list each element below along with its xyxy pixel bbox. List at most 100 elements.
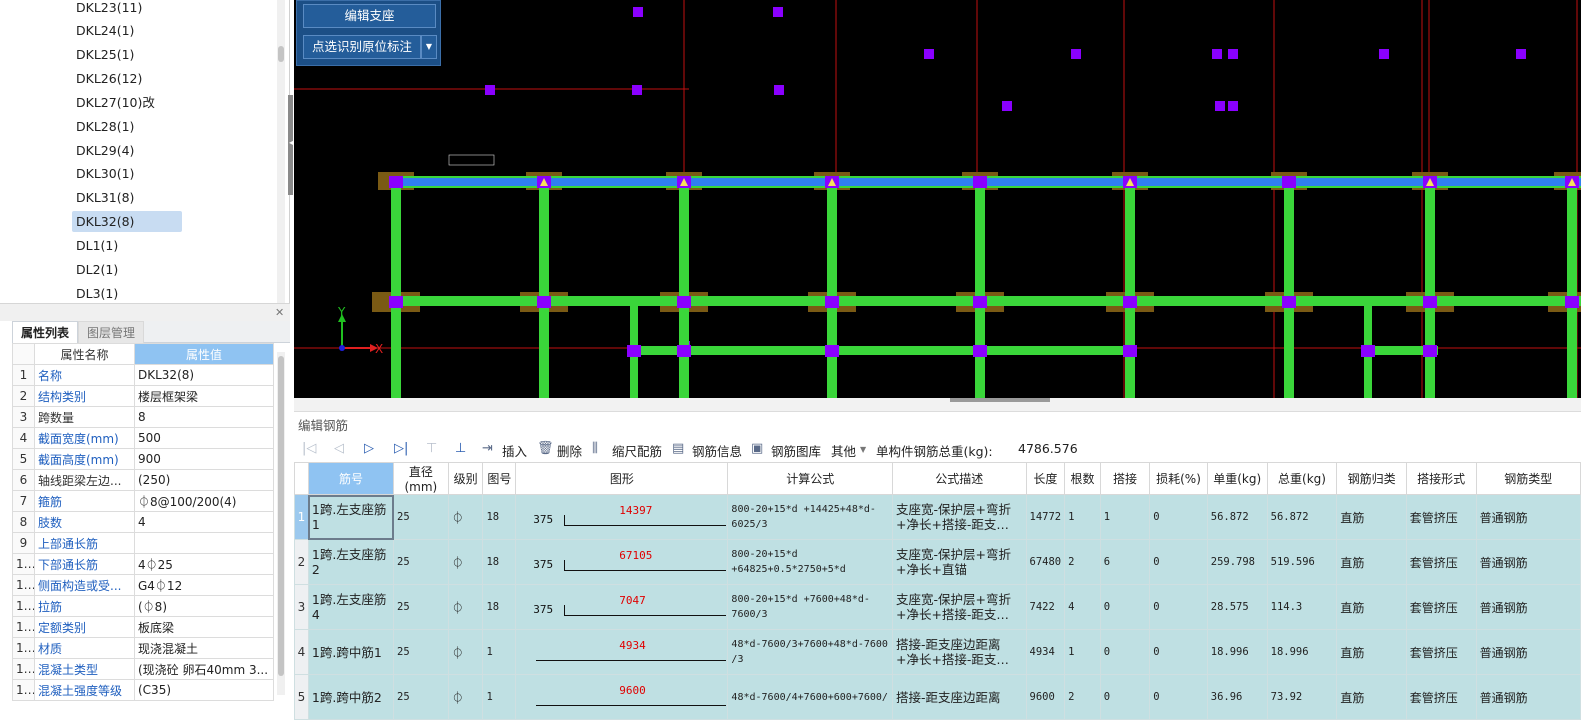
row-number[interactable]: 4 xyxy=(294,629,309,675)
tree-item[interactable]: DKL26(12) xyxy=(72,68,146,89)
column-header[interactable]: 长度 xyxy=(1025,462,1066,495)
rebar-cell-lap[interactable]: 0 xyxy=(1099,584,1151,630)
rebar-cell-formula[interactable]: 48*d-7600/4+7600+600+7600/ xyxy=(727,674,893,720)
rebar-cell-lap[interactable]: 1 xyxy=(1099,494,1151,540)
property-value[interactable]: ⏀8@100/200(4) xyxy=(134,490,274,512)
property-row[interactable]: 2 结构类别 楼层框架梁 xyxy=(12,385,274,407)
rebar-row[interactable]: 2 1跨.左支座筋2 25 ⏀ 18 375 67105 800-20+15*d +64825… xyxy=(294,539,1581,585)
row-number[interactable]: 2 xyxy=(294,539,309,585)
tab-layer-management[interactable]: 图层管理 xyxy=(78,321,145,343)
property-value[interactable]: DKL32(8) xyxy=(134,364,274,386)
rebar-cell-formula[interactable]: 800-20+15*d +64825+0.5*2750+5*d xyxy=(727,539,893,585)
column-header[interactable]: 钢筋归类 xyxy=(1336,462,1407,495)
property-row[interactable]: 3 跨数量 8 xyxy=(12,406,274,428)
rebar-cell-unit-w[interactable]: 259.798 xyxy=(1206,539,1268,585)
rebar-cell-loss[interactable]: 0 xyxy=(1149,494,1208,540)
property-row[interactable]: 16 混凝土强度等级 (C35) xyxy=(12,679,274,701)
rebar-cell-name[interactable]: 1跨.左支座筋1 xyxy=(307,494,395,540)
rebar-cell-type[interactable]: 普通钢筋 xyxy=(1475,629,1581,675)
property-row[interactable]: 1 名称 DKL32(8) xyxy=(12,364,274,386)
cad-viewport[interactable]: XY xyxy=(294,0,1581,398)
rebar-cell-count[interactable]: 1 xyxy=(1064,629,1101,675)
rebar-cell-name[interactable]: 1跨.跨中筋1 xyxy=(307,629,395,675)
property-row[interactable]: 12 拉筋 (⏀8) xyxy=(12,595,274,617)
rebar-cell-type[interactable]: 普通钢筋 xyxy=(1475,674,1581,720)
rebar-cell-count[interactable]: 4 xyxy=(1064,584,1101,630)
next-icon[interactable]: ▷ xyxy=(364,441,374,456)
row-number[interactable]: 1 xyxy=(294,494,309,540)
column-header[interactable]: 钢筋类型 xyxy=(1475,462,1581,495)
other-menu[interactable]: 其他 xyxy=(831,441,856,460)
property-row[interactable]: 4 截面宽度(mm) 500 xyxy=(12,427,274,449)
rebar-cell-lap-form[interactable]: 套管挤压 xyxy=(1405,584,1477,630)
tree-item[interactable]: DKL29(4) xyxy=(72,140,138,161)
column-header[interactable]: 损耗(%) xyxy=(1149,462,1208,495)
rebar-cell-lap-form[interactable]: 套管挤压 xyxy=(1405,494,1477,540)
tree-item[interactable]: DL3(1) xyxy=(72,283,122,303)
edit-support-button[interactable]: 编辑支座 xyxy=(303,4,436,28)
rebar-cell-cls[interactable]: 直筋 xyxy=(1336,494,1407,540)
column-header[interactable]: 计算公式 xyxy=(727,462,893,495)
last-page-icon[interactable]: ▷| xyxy=(394,441,408,456)
rebar-cell-grade[interactable]: ⏀ xyxy=(447,584,484,630)
rebar-cell-loss[interactable]: 0 xyxy=(1149,584,1208,630)
tab-property-list[interactable]: 属性列表 xyxy=(12,321,79,343)
rebar-shape-cell[interactable]: 9600 xyxy=(515,674,729,720)
rebar-cell-name[interactable]: 1跨.左支座筋4 xyxy=(307,584,395,630)
rebar-cell-fig[interactable]: 18 xyxy=(482,539,517,585)
rebar-cell-lap[interactable]: 0 xyxy=(1099,674,1151,720)
column-header[interactable]: 图形 xyxy=(515,462,729,495)
rebar-cell-formula[interactable]: 800-20+15*d +14425+48*d-6025/3 xyxy=(727,494,893,540)
rebar-cell-name[interactable]: 1跨.左支座筋2 xyxy=(307,539,395,585)
close-icon[interactable]: ✕ xyxy=(275,306,284,319)
splitter-handle[interactable] xyxy=(950,398,1050,402)
rebar-cell-dia[interactable]: 25 xyxy=(393,539,449,585)
property-value[interactable]: 4⏀25 xyxy=(134,553,274,575)
tree-item-selected[interactable]: DKL32(8) xyxy=(72,211,182,232)
property-row[interactable]: 5 截面高度(mm) 900 xyxy=(12,448,274,470)
rebar-cell-total-w[interactable]: 56.872 xyxy=(1266,494,1338,540)
pick-original-label-button[interactable]: 点选识别原位标注 xyxy=(303,35,421,59)
rebar-cell-length[interactable]: 67480 xyxy=(1025,539,1066,585)
property-value[interactable]: 楼层框架梁 xyxy=(134,385,274,407)
rebar-cell-desc[interactable]: 搭接-距支座边距离+净长+搭接-距支… xyxy=(891,629,1027,675)
property-value[interactable]: (C35) xyxy=(134,679,274,701)
move-down-icon[interactable]: ⊥ xyxy=(455,441,466,456)
rebar-cell-unit-w[interactable]: 56.872 xyxy=(1206,494,1268,540)
rebar-library-button[interactable]: 钢筋图库 xyxy=(771,441,821,460)
property-row[interactable]: 11 侧面构造或受... G4⏀12 xyxy=(12,574,274,596)
rebar-cell-cls[interactable]: 直筋 xyxy=(1336,674,1407,720)
scale-rebar-button[interactable]: 缩尺配筋 xyxy=(612,441,662,460)
property-scrollbar-thumb[interactable] xyxy=(278,356,284,676)
column-header[interactable]: 搭接 xyxy=(1099,462,1151,495)
rebar-cell-dia[interactable]: 25 xyxy=(393,674,449,720)
tree-item[interactable]: DKL23(11) xyxy=(72,0,146,18)
rebar-cell-desc[interactable]: 搭接-距支座边距离 xyxy=(891,674,1027,720)
rebar-cell-lap-form[interactable]: 套管挤压 xyxy=(1405,539,1477,585)
rebar-cell-length[interactable]: 9600 xyxy=(1025,674,1066,720)
previous-icon[interactable]: ◁ xyxy=(334,441,344,456)
property-row[interactable]: 15 混凝土类型 (现浇砼 卵石40mm 3... xyxy=(12,658,274,680)
rebar-cell-unit-w[interactable]: 36.96 xyxy=(1206,674,1268,720)
rebar-cell-lap[interactable]: 0 xyxy=(1099,629,1151,675)
rebar-shape-cell[interactable]: 4934 xyxy=(515,629,729,675)
rebar-cell-type[interactable]: 普通钢筋 xyxy=(1475,584,1581,630)
rebar-cell-desc[interactable]: 支座宽-保护层+弯折+净长+搭接-距支… xyxy=(891,494,1027,540)
rebar-cell-total-w[interactable]: 18.996 xyxy=(1266,629,1338,675)
rebar-cell-lap-form[interactable]: 套管挤压 xyxy=(1405,674,1477,720)
tree-item[interactable]: DL1(1) xyxy=(72,235,122,256)
rebar-cell-loss[interactable]: 0 xyxy=(1149,629,1208,675)
property-value[interactable]: (现浇砼 卵石40mm 3... xyxy=(134,658,274,680)
property-value[interactable]: 板底梁 xyxy=(134,616,274,638)
tree-item[interactable]: DKL27(10)改 xyxy=(72,92,159,113)
rebar-cell-dia[interactable]: 25 xyxy=(393,629,449,675)
property-value[interactable]: 现浇混凝土 xyxy=(134,637,274,659)
property-row[interactable]: 7 箍筋 ⏀8@100/200(4) xyxy=(12,490,274,512)
first-page-icon[interactable]: |◁ xyxy=(302,441,316,456)
rebar-row[interactable]: 5 1跨.跨中筋2 25 ⏀ 1 9600 48*d-7600/4+7600+600+760… xyxy=(294,674,1581,720)
property-value[interactable]: 500 xyxy=(134,427,274,449)
property-row[interactable]: 10 下部通长筋 4⏀25 xyxy=(12,553,274,575)
rebar-cell-name[interactable]: 1跨.跨中筋2 xyxy=(307,674,395,720)
rebar-cell-desc[interactable]: 支座宽-保护层+弯折+净长+搭接-距支… xyxy=(891,584,1027,630)
tree-item[interactable]: DKL24(1) xyxy=(72,20,138,41)
